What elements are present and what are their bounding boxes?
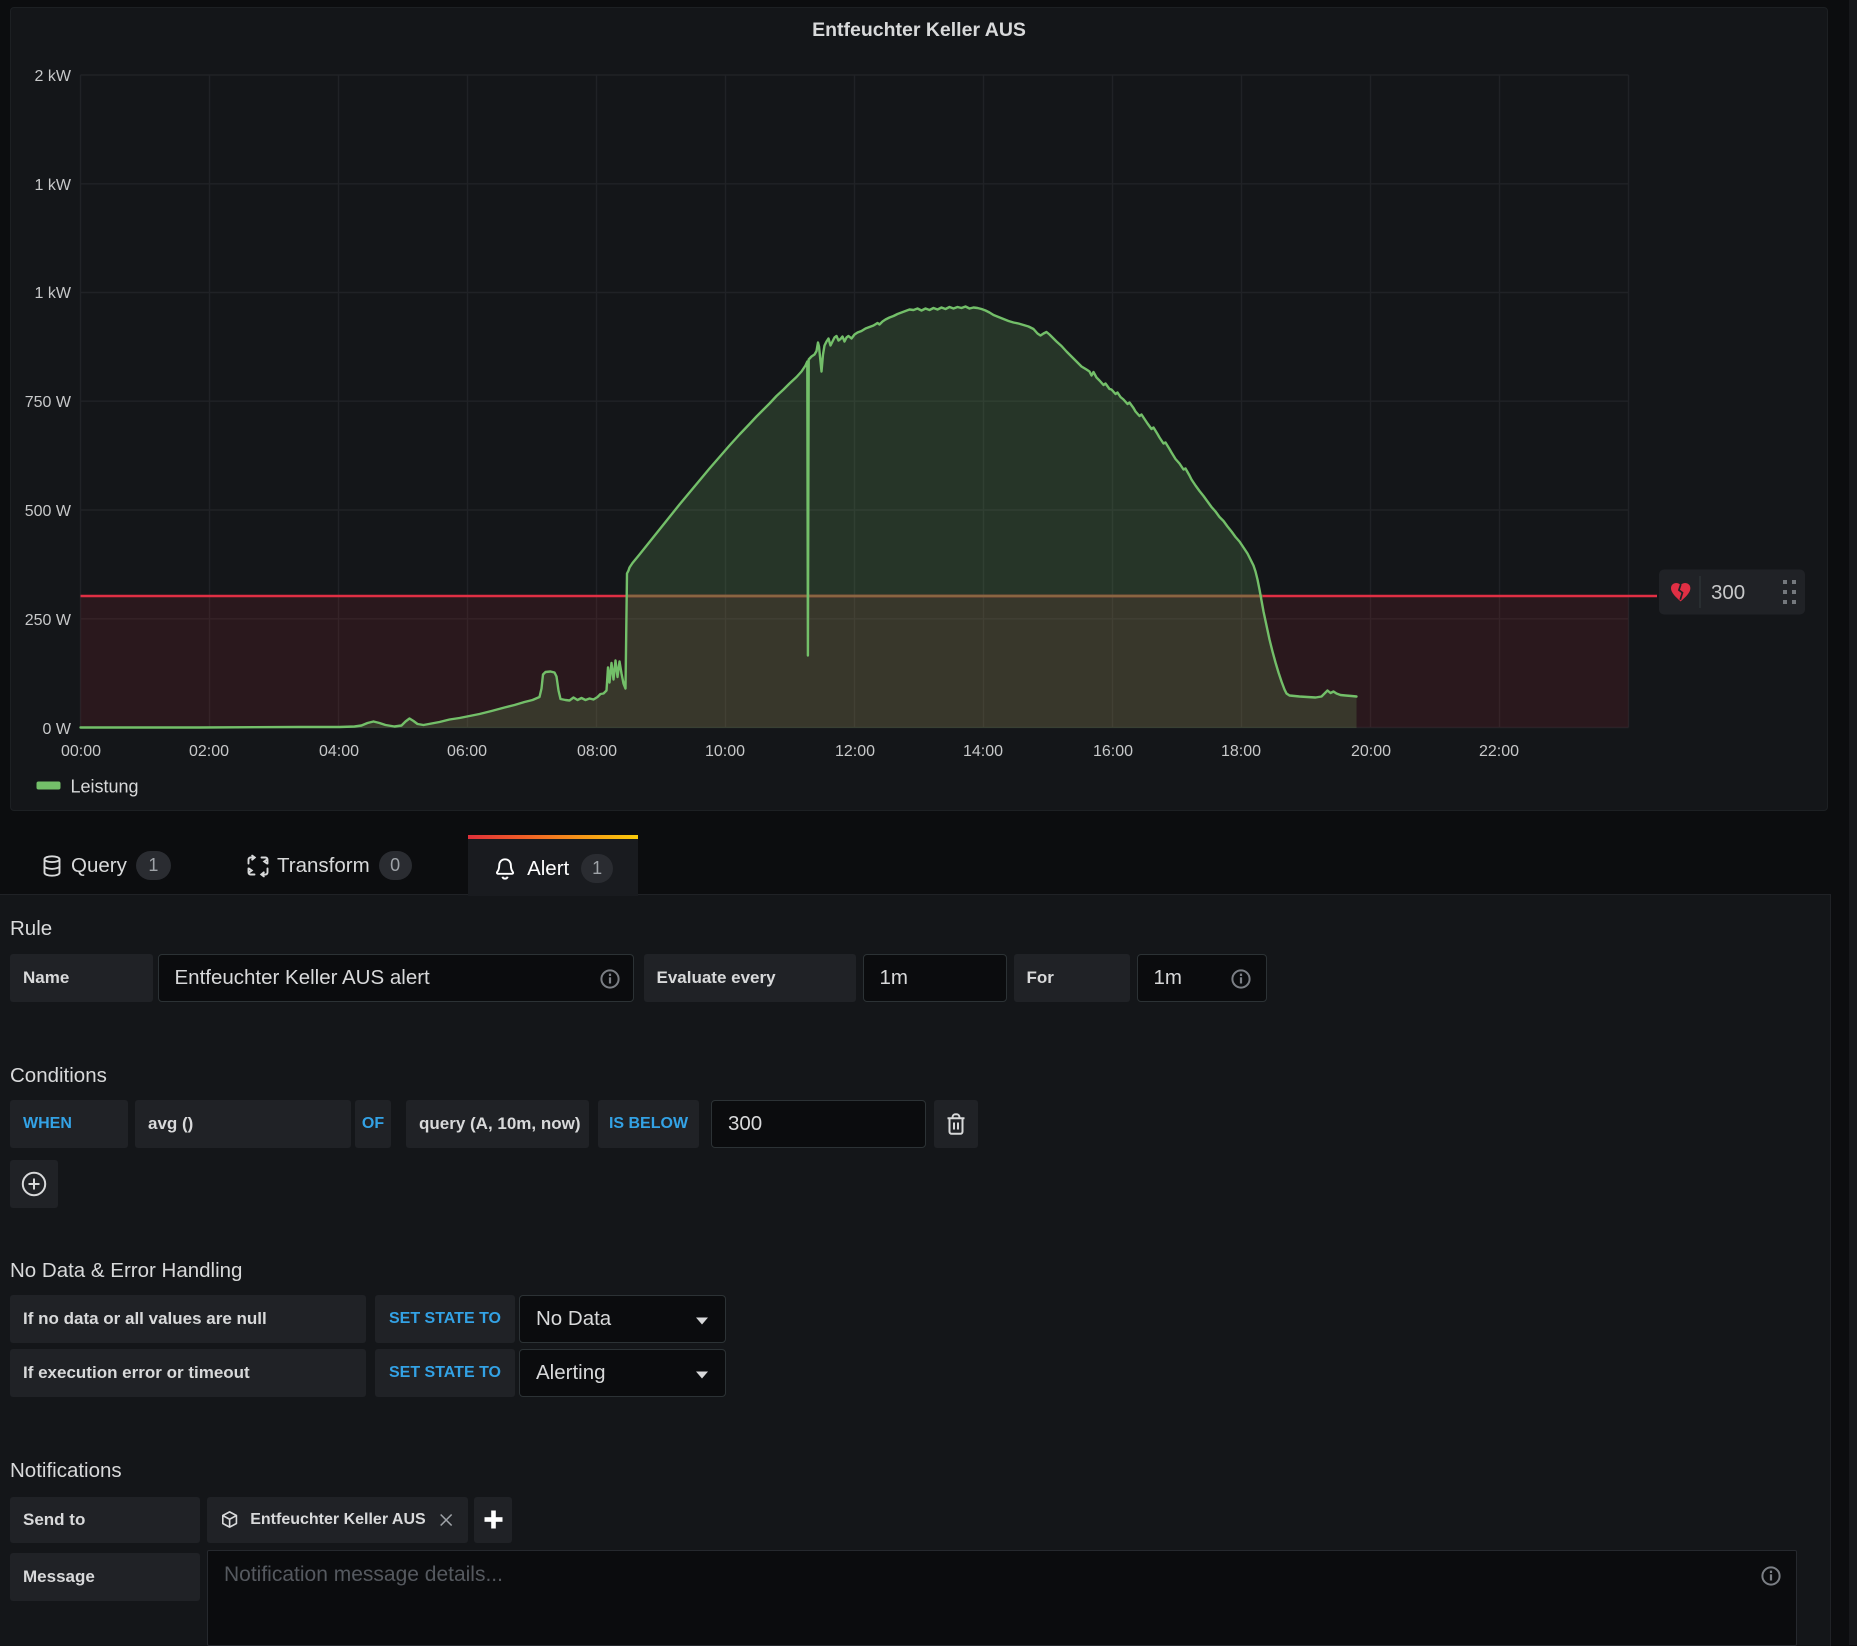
svg-text:750 W: 750 W: [25, 394, 72, 411]
svg-text:06:00: 06:00: [447, 743, 487, 760]
svg-text:250 W: 250 W: [25, 612, 72, 629]
svg-text:Leistung: Leistung: [71, 777, 139, 797]
svg-text:20:00: 20:00: [1351, 743, 1391, 760]
svg-text:00:00: 00:00: [61, 743, 101, 760]
svg-text:14:00: 14:00: [963, 743, 1003, 760]
svg-text:12:00: 12:00: [835, 743, 875, 760]
svg-text:2 kW: 2 kW: [35, 68, 72, 85]
svg-text:16:00: 16:00: [1093, 743, 1133, 760]
svg-text:08:00: 08:00: [577, 743, 617, 760]
svg-text:1 kW: 1 kW: [35, 177, 72, 194]
svg-text:0 W: 0 W: [43, 721, 72, 738]
svg-text:1 kW: 1 kW: [35, 285, 72, 302]
svg-text:10:00: 10:00: [705, 743, 745, 760]
svg-text:300: 300: [1711, 581, 1745, 604]
svg-text:02:00: 02:00: [189, 743, 229, 760]
svg-text:04:00: 04:00: [319, 743, 359, 760]
svg-text:18:00: 18:00: [1221, 743, 1261, 760]
svg-text:500 W: 500 W: [25, 503, 72, 520]
svg-text:22:00: 22:00: [1479, 743, 1519, 760]
